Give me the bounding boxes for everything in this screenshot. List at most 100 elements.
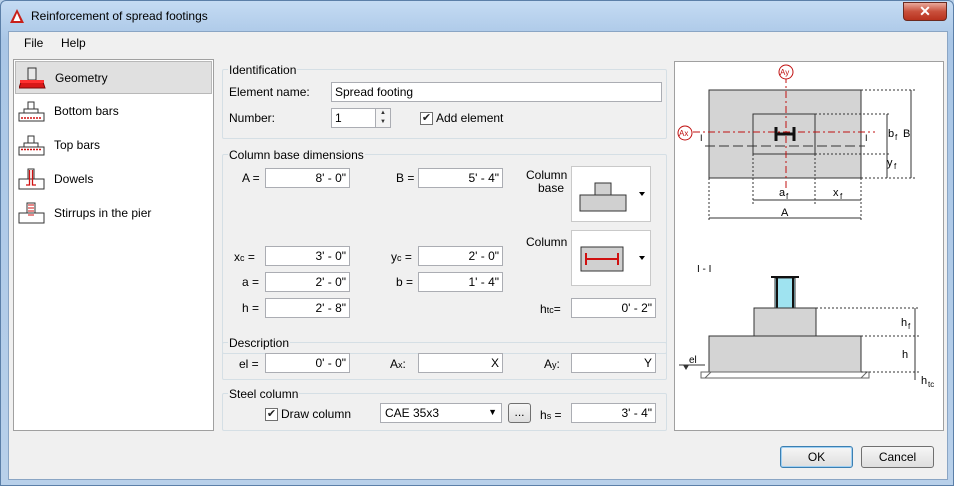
b-input[interactable]: 1' - 4" (418, 272, 503, 292)
htc-input[interactable]: 0' - 2" (571, 298, 656, 318)
spin-up-icon[interactable]: ▲ (376, 109, 390, 118)
description-title: Description (228, 336, 291, 350)
ax-input[interactable]: X (418, 353, 503, 373)
footing-elevation (708, 335, 862, 373)
footing-preview: Ay Ax I I bf B yf a f x f A I - I h f h … (674, 61, 944, 431)
top-bars-icon (18, 135, 45, 156)
section-mark-right: I (865, 133, 868, 143)
column-base-title: Column base dimensions (228, 148, 365, 162)
dialog-client: File Help Geometry Bottom bars Top bars … (8, 31, 948, 480)
svg-text:f: f (908, 322, 911, 331)
number-label: Number: (229, 111, 276, 125)
ground-line (700, 371, 870, 379)
column-base-label-2: base (538, 181, 565, 195)
title-bar: Reinforcement of spread footings ✕ (1, 1, 953, 31)
app-icon (10, 9, 24, 23)
B-dim-label: B (903, 128, 910, 140)
column-base-label-1: Column (526, 168, 568, 182)
A-input[interactable]: 8' - 0" (265, 168, 350, 188)
section-mark-left: I (700, 133, 703, 143)
menu-help[interactable]: Help (61, 36, 86, 50)
stirrups-icon (18, 202, 45, 224)
b-label: b = (396, 275, 414, 289)
h-label: h = (242, 301, 260, 315)
nav-item-stirrups[interactable]: Stirrups in the pier (15, 197, 212, 230)
svg-text:f: f (894, 162, 897, 171)
nav-item-bottom-bars[interactable]: Bottom bars (15, 95, 212, 128)
ay-label: Ay: (544, 357, 560, 371)
number-input[interactable]: 1 (331, 108, 376, 128)
htc-label: htc= (540, 302, 561, 316)
nav-label-geometry: Geometry (55, 71, 108, 85)
footing-diagram: Ay Ax I I bf B yf a f x f A I - I h f h … (677, 64, 934, 389)
steel-column-title: Steel column (228, 387, 300, 401)
draw-column-label: Draw column (281, 407, 352, 421)
dowels-icon (18, 168, 45, 190)
nav-item-geometry[interactable]: Geometry (15, 61, 212, 94)
yc-input[interactable]: 2' - 0" (418, 246, 503, 266)
bottom-bars-icon (18, 101, 45, 122)
A-label: A = (242, 171, 260, 185)
nav-label-dowels: Dowels (54, 172, 94, 186)
ay-input[interactable]: Y (571, 353, 656, 373)
af-label: a (779, 187, 786, 199)
el-input[interactable]: 0' - 0" (265, 353, 350, 373)
column-label: Column (526, 235, 568, 249)
menu-file[interactable]: File (24, 36, 43, 50)
spin-down-icon[interactable]: ▼ (376, 118, 390, 127)
a-label: a = (242, 275, 260, 289)
nav-item-top-bars[interactable]: Top bars (15, 129, 212, 162)
identification-group (222, 69, 667, 139)
yc-label: yc = (391, 250, 412, 264)
nav-label-top-bars: Top bars (54, 138, 101, 152)
profile-value: CAE 35x3 (385, 406, 440, 420)
nav-label-bottom-bars: Bottom bars (54, 104, 119, 118)
hs-input[interactable]: 3' - 4" (571, 403, 656, 423)
svg-text:f: f (895, 133, 898, 142)
column-type-select[interactable] (571, 230, 651, 286)
section-title: I - I (697, 264, 711, 275)
draw-column-checkbox[interactable]: ✔ (265, 408, 278, 421)
svg-text:tc: tc (928, 380, 934, 389)
browse-profile-button[interactable]: ... (508, 403, 531, 423)
hs-label: hs = (540, 408, 562, 422)
B-input[interactable]: 5' - 4" (418, 168, 503, 188)
add-element-label: Add element (436, 111, 504, 125)
element-name-label: Element name: (229, 85, 310, 99)
window-title: Reinforcement of spread footings (31, 9, 208, 23)
ay-marker-text: Ay (780, 68, 789, 77)
dialog-window: Reinforcement of spread footings ✕ File … (0, 0, 954, 486)
column-section-icon (580, 246, 645, 272)
el-label: el = (239, 357, 259, 371)
hf-label: h (901, 317, 907, 329)
add-element-checkbox[interactable]: ✔ (420, 112, 433, 125)
ax-label: Ax: (390, 357, 406, 371)
el-dim-label: el (689, 355, 697, 366)
cancel-button[interactable]: Cancel (861, 446, 934, 468)
number-spinner[interactable]: ▲ ▼ (375, 108, 391, 128)
a-input[interactable]: 2' - 0" (265, 272, 350, 292)
pier-elevation (753, 307, 817, 337)
htc-dim-label: h (921, 375, 927, 387)
bf-label: b (888, 128, 894, 140)
geometry-icon (19, 67, 46, 89)
column-base-type-select[interactable] (571, 166, 651, 222)
element-name-input[interactable]: Spread footing (331, 82, 662, 102)
profile-select[interactable]: CAE 35x3 ▼ (380, 403, 502, 423)
nav-label-stirrups: Stirrups in the pier (54, 206, 152, 220)
close-button[interactable]: ✕ (903, 2, 947, 21)
chevron-down-icon: ▼ (488, 407, 497, 417)
nav-item-dowels[interactable]: Dowels (15, 163, 212, 196)
yf-label: y (887, 157, 893, 169)
h-dim-label: h (902, 349, 908, 361)
ok-button[interactable]: OK (780, 446, 853, 468)
xc-input[interactable]: 3' - 0" (265, 246, 350, 266)
xc-label: xc = (234, 250, 255, 264)
ax-marker-text: Ax (679, 129, 688, 138)
h-input[interactable]: 2' - 8" (265, 298, 350, 318)
column-base-shape-icon (579, 182, 645, 212)
menu-bar: File Help (9, 32, 947, 54)
B-label: B = (396, 171, 415, 185)
category-list: Geometry Bottom bars Top bars Dowels Sti… (13, 59, 214, 431)
identification-title: Identification (228, 63, 298, 77)
